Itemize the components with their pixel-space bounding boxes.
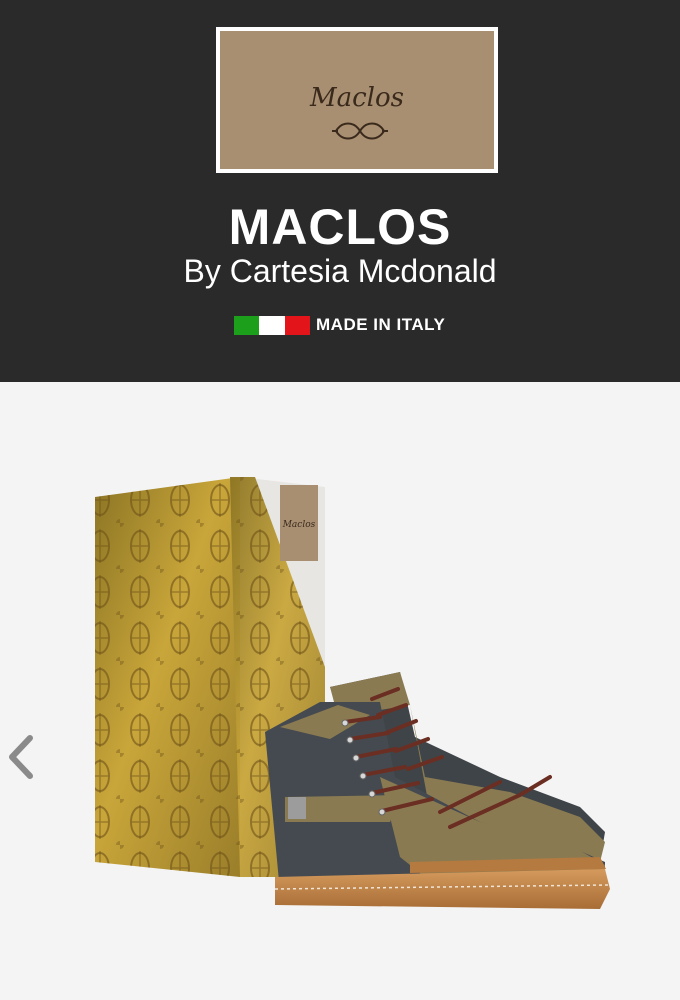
chevron-left-icon[interactable] [4, 732, 40, 782]
flourish-icon [332, 122, 388, 140]
logo-wordmark: Maclos [310, 83, 404, 113]
italy-flag-icon [234, 315, 310, 335]
box-label-text: Maclos [282, 520, 316, 530]
designer-byline: By Cartesia Mcdonald [183, 253, 497, 289]
made-in-badge: MADE IN ITALY [234, 314, 445, 336]
brand-logo: Maclos [216, 27, 498, 173]
made-in-label: MADE IN ITALY [316, 315, 446, 334]
brand-title: MACLOS [228, 199, 452, 255]
sneaker-pair [265, 672, 610, 909]
brand-header: Maclos MACLOS By Cartesia Mcdonald MADE … [0, 0, 680, 382]
product-image: Maclos [95, 477, 610, 909]
product-gallery: Maclos [0, 382, 680, 1000]
